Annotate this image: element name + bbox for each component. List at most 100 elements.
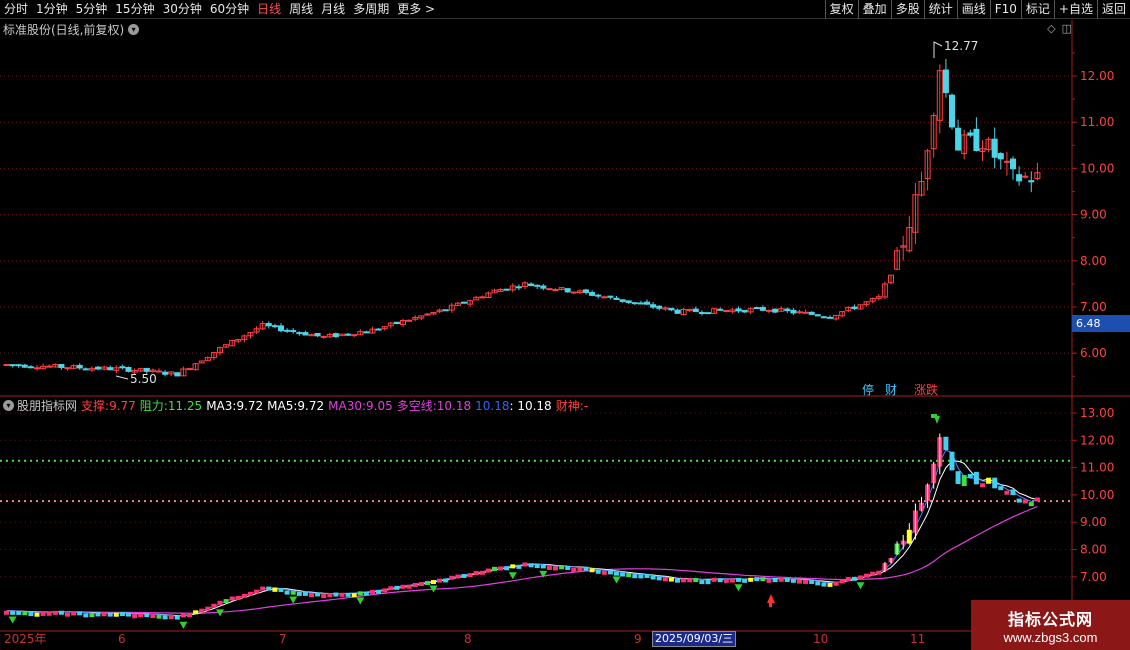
candle-body xyxy=(802,311,809,314)
green-down-arrow xyxy=(612,576,621,584)
ind-candle xyxy=(382,588,388,593)
ind-candle xyxy=(955,471,961,485)
candle-body xyxy=(1028,180,1035,183)
main-y-tick-label: 8.00 xyxy=(1080,254,1107,268)
ind-candle xyxy=(485,568,491,573)
ind-candle xyxy=(681,578,687,583)
ind-candle xyxy=(809,579,815,584)
high-price-mark: 12.77 xyxy=(944,39,978,53)
candle-body xyxy=(107,367,114,371)
ind-candle xyxy=(52,610,58,615)
ind-candle xyxy=(571,567,577,572)
candle-body xyxy=(546,288,553,291)
ind-candle xyxy=(803,579,809,584)
ind-candle xyxy=(65,612,70,617)
candle-body xyxy=(320,335,327,338)
ind-candle xyxy=(357,591,363,596)
candle-body xyxy=(332,333,339,338)
ind-candle xyxy=(705,580,711,585)
ind-candle xyxy=(58,610,64,615)
ind-candle xyxy=(333,592,339,597)
ind-candle xyxy=(790,578,796,583)
ind-candle xyxy=(211,603,217,608)
ind-candle xyxy=(284,590,290,595)
low-arrow xyxy=(115,375,129,380)
candle-body xyxy=(393,321,400,325)
ind-candle xyxy=(321,594,327,599)
ind-candle xyxy=(528,563,534,568)
ind-candle xyxy=(205,606,211,611)
ind-candle xyxy=(351,593,357,598)
badge-finance[interactable]: 财 xyxy=(885,381,897,398)
ind-candle xyxy=(217,600,223,605)
candle-body xyxy=(424,313,431,316)
candle-body xyxy=(314,332,321,337)
candle-body xyxy=(705,312,711,315)
candle-body xyxy=(46,365,53,368)
ind-candle xyxy=(626,573,632,578)
badge-suspend[interactable]: 停 xyxy=(862,381,874,398)
resist-value: 11.25 xyxy=(167,398,203,413)
candle-body xyxy=(625,300,632,304)
ind-candle xyxy=(101,612,107,617)
ind-candle xyxy=(150,614,156,619)
ind-candle xyxy=(260,586,266,591)
candle-body xyxy=(58,363,65,369)
x-label-year: 2025年 xyxy=(4,632,47,646)
candle-body xyxy=(95,366,101,370)
badge-limit[interactable]: 涨跌 xyxy=(914,381,938,398)
candle-body xyxy=(686,308,693,311)
candle-body xyxy=(119,366,126,369)
ind-candle xyxy=(577,567,583,572)
ind-candle xyxy=(748,577,754,582)
x-label-aug: 8 xyxy=(464,632,472,646)
ind-candle xyxy=(595,569,601,574)
ind-candle xyxy=(180,613,186,618)
ind-candle xyxy=(467,573,473,578)
ind-candle xyxy=(662,577,668,582)
ind-candle xyxy=(668,577,674,582)
ind-candle xyxy=(235,596,241,601)
ind-candle xyxy=(327,593,333,598)
candle-body xyxy=(64,367,71,370)
ind-candle xyxy=(138,613,144,618)
candle-body xyxy=(564,288,571,293)
current-price-tag: 6.48 xyxy=(1072,315,1130,332)
main-y-tick-label: 11.00 xyxy=(1080,115,1114,129)
ind-candle xyxy=(851,576,857,581)
candle-body xyxy=(34,367,40,370)
indicator-name[interactable]: 股朋指标网 xyxy=(17,397,77,414)
main-y-tick-label: 9.00 xyxy=(1080,208,1107,222)
ind-candle xyxy=(296,591,302,596)
candle-body xyxy=(290,330,297,333)
low-price-mark: 5.50 xyxy=(130,372,157,386)
ind-candle xyxy=(71,611,77,616)
chevron-down-icon[interactable]: ▾ xyxy=(3,400,14,411)
ind-candle xyxy=(815,581,821,586)
candle-body xyxy=(595,294,602,297)
candle-body xyxy=(461,301,467,304)
candle-body xyxy=(991,138,998,158)
green-down-arrow xyxy=(856,582,865,590)
ind-candle xyxy=(363,591,369,596)
candle-body xyxy=(1003,160,1010,163)
ind-candle xyxy=(943,436,949,451)
candle-body xyxy=(351,334,358,337)
ind-candle xyxy=(980,483,985,488)
kline-chart-canvas[interactable]: 12.00 11.00 10.00 9.00 8.00 7.00 6.00 13.00 12.0… xyxy=(0,0,1130,650)
ind-candle xyxy=(144,613,150,618)
ind-candle xyxy=(193,610,199,615)
ind-candle xyxy=(113,612,119,617)
ind-candle xyxy=(583,566,589,571)
candle-body xyxy=(503,288,510,291)
ind-candle xyxy=(95,612,101,617)
ind-candle xyxy=(248,591,253,596)
ind-candle xyxy=(1004,490,1010,495)
candle-body xyxy=(296,332,303,335)
candle-body xyxy=(692,308,699,313)
candle-body xyxy=(174,372,181,377)
ind-candle xyxy=(46,611,52,616)
duokong-label: 多空线: xyxy=(396,399,437,413)
ind-candle xyxy=(412,582,418,587)
ind-candle xyxy=(174,615,180,620)
